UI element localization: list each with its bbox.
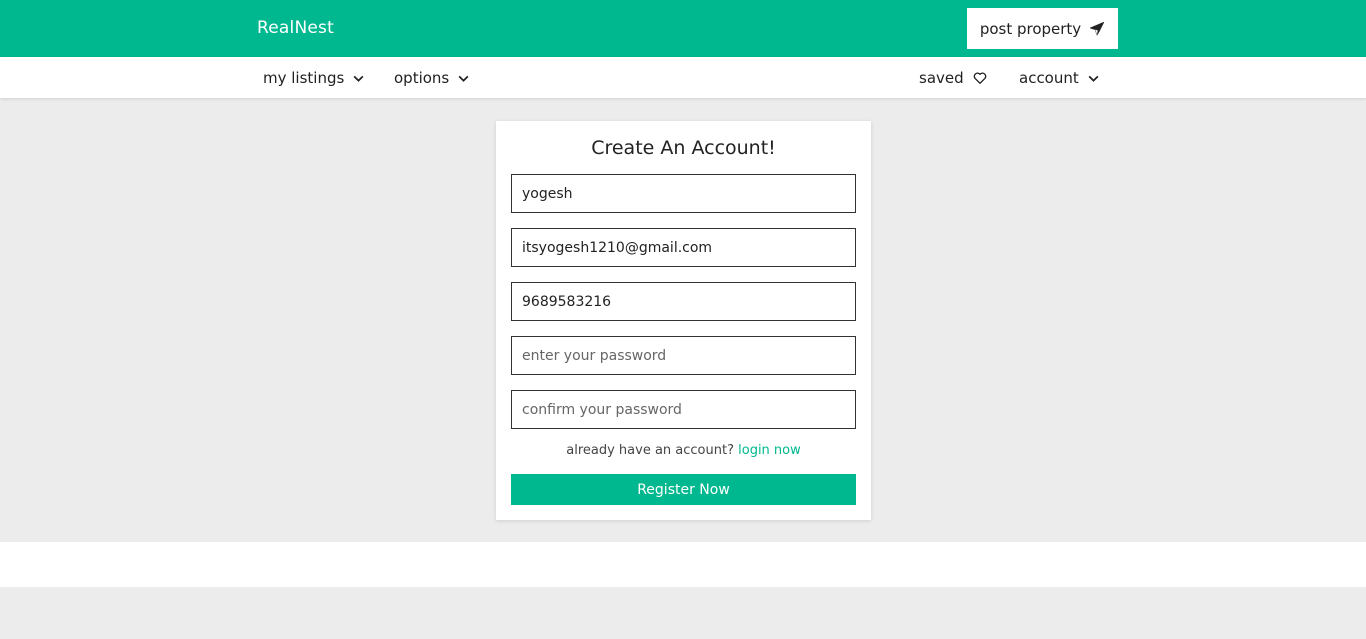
form-title: Create An Account! xyxy=(591,137,776,159)
register-now-button[interactable]: Register Now xyxy=(511,474,856,505)
nav-options-label: options xyxy=(394,69,450,87)
nav-saved-label: saved xyxy=(919,69,964,87)
chevron-down-icon xyxy=(353,75,364,82)
main-nav: my listings options saved account xyxy=(0,57,1366,98)
paper-plane-icon xyxy=(1090,21,1105,35)
top-header: RealNest post property xyxy=(0,0,1366,57)
login-now-link[interactable]: login now xyxy=(738,443,801,458)
email-input[interactable] xyxy=(511,228,856,267)
nav-saved[interactable]: saved xyxy=(919,69,988,87)
nav-account-label: account xyxy=(1019,69,1079,87)
nav-my-listings-label: my listings xyxy=(263,69,345,87)
login-prompt-line: already have an account? login now xyxy=(496,443,871,458)
nav-options[interactable]: options xyxy=(394,69,470,87)
nav-account[interactable]: account xyxy=(1019,69,1100,87)
footer-band xyxy=(0,542,1366,587)
site-logo[interactable]: RealNest xyxy=(257,18,334,38)
post-property-button[interactable]: post property xyxy=(967,8,1118,49)
chevron-down-icon xyxy=(458,75,469,82)
login-prompt-text: already have an account? xyxy=(566,443,734,458)
name-input[interactable] xyxy=(511,174,856,213)
password-input[interactable] xyxy=(511,336,856,375)
phone-input[interactable] xyxy=(511,282,856,321)
confirm-password-input[interactable] xyxy=(511,390,856,429)
register-form-card: Create An Account! already have an accou… xyxy=(496,121,871,520)
chevron-down-icon xyxy=(1088,75,1099,82)
heart-icon xyxy=(973,72,986,84)
post-property-label: post property xyxy=(979,19,1082,38)
nav-my-listings[interactable]: my listings xyxy=(263,69,365,87)
